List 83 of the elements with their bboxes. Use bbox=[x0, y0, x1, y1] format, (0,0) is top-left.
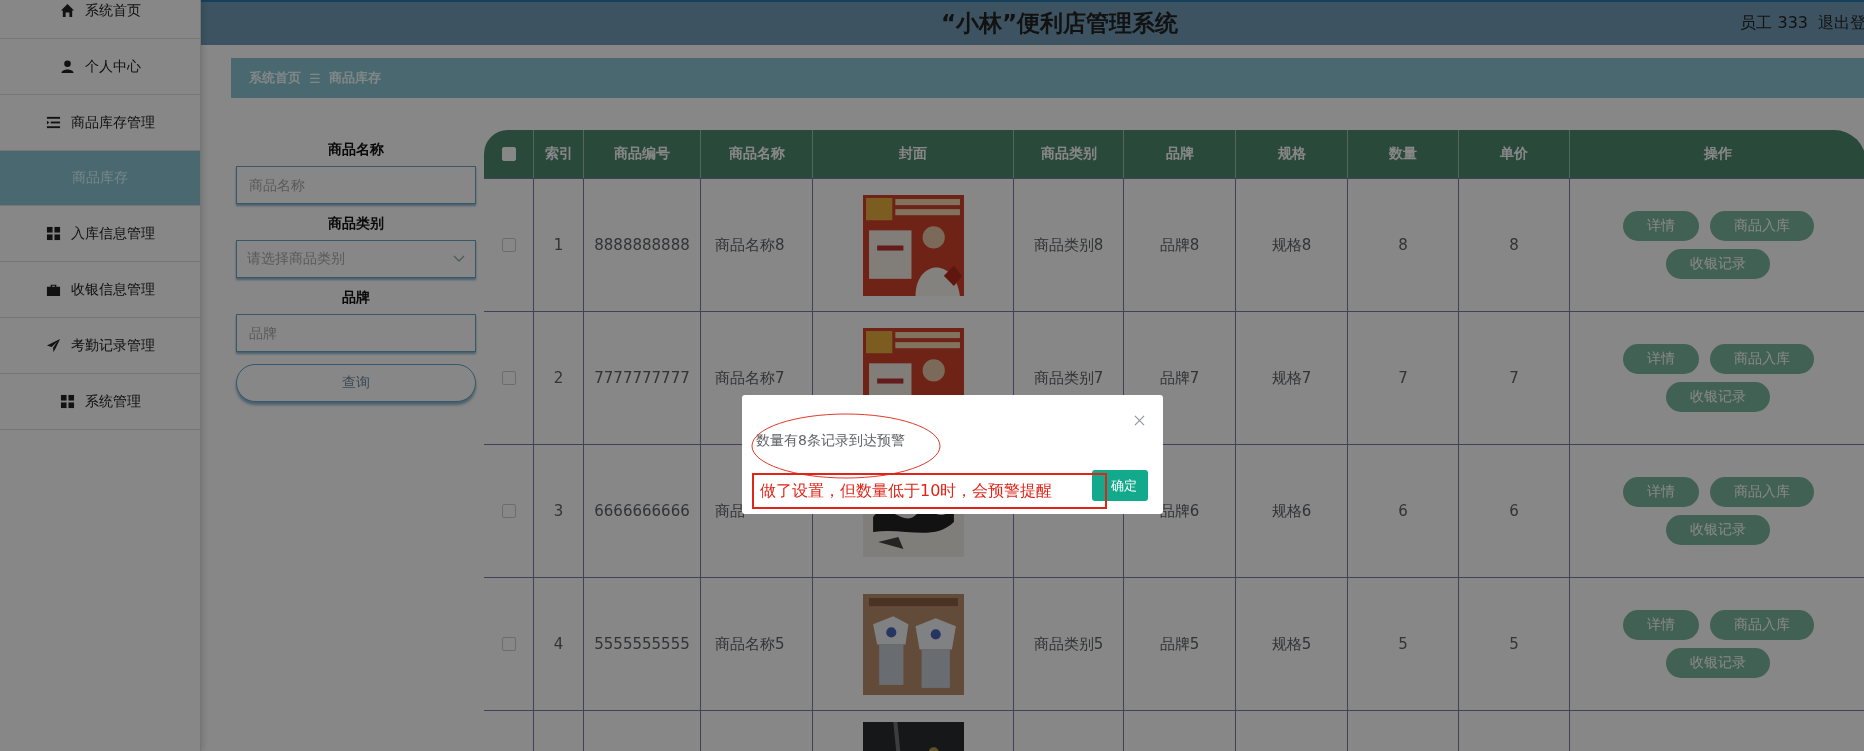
briefcase-icon bbox=[45, 282, 61, 297]
table-cell: 6 bbox=[1509, 502, 1519, 520]
sidebar-item[interactable]: 个人中心 bbox=[0, 39, 200, 95]
column-header: 索引 bbox=[533, 130, 583, 178]
table-cell: 品牌5 bbox=[1159, 634, 1200, 654]
table-cell: 规格8 bbox=[1271, 235, 1312, 255]
column-header: 品牌 bbox=[1123, 130, 1235, 178]
table-cell: 5 bbox=[1398, 635, 1408, 653]
field-label: 商品名称 bbox=[327, 140, 385, 159]
stock-in-button[interactable]: 商品入库 bbox=[1709, 610, 1814, 640]
breadcrumb-separator: ☰ bbox=[309, 70, 321, 86]
table-cell: 7777777777 bbox=[594, 369, 690, 387]
field-label: 品牌 bbox=[341, 288, 371, 307]
cashier-record-button[interactable]: 收银记录 bbox=[1666, 249, 1770, 279]
table-cell: 4 bbox=[553, 635, 564, 653]
cashier-record-button[interactable]: 收银记录 bbox=[1666, 515, 1770, 545]
table-cell: 商品名称8 bbox=[715, 235, 785, 255]
stock-in-button[interactable]: 商品入库 bbox=[1709, 344, 1814, 374]
table-cell: 商品类别7 bbox=[1033, 368, 1104, 388]
table-cell: 品牌7 bbox=[1159, 368, 1200, 388]
table-cell: 规格7 bbox=[1271, 368, 1312, 388]
cashier-record-button[interactable]: 收银记录 bbox=[1666, 382, 1770, 412]
cashier-record-button[interactable]: 收银记录 bbox=[1666, 648, 1770, 678]
user-label: 员工 333 bbox=[1740, 13, 1808, 34]
table-cell: 2 bbox=[553, 369, 564, 387]
column-header: 商品编号 bbox=[583, 130, 700, 178]
detail-button[interactable]: 详情 bbox=[1622, 211, 1699, 241]
stock-in-button[interactable]: 商品入库 bbox=[1709, 211, 1814, 241]
table-cell: 商品名称5 bbox=[715, 634, 785, 654]
field-label: 商品类别 bbox=[327, 214, 385, 233]
sidebar-item[interactable]: 系统首页 bbox=[0, 0, 200, 39]
table-cell: 商品类别5 bbox=[1033, 634, 1104, 654]
table-cell: 规格6 bbox=[1271, 501, 1312, 521]
table-cell: 6 bbox=[1398, 502, 1408, 520]
app-title: “小林”便利店管理系统 bbox=[941, 9, 1179, 38]
table-cell: 5555555555 bbox=[594, 635, 690, 653]
close-icon[interactable] bbox=[1134, 415, 1145, 426]
table-cell: 品牌8 bbox=[1159, 235, 1200, 255]
row-checkbox[interactable] bbox=[501, 637, 516, 651]
table-cell: 1 bbox=[553, 236, 564, 254]
stock-in-button[interactable]: 商品入库 bbox=[1709, 477, 1814, 507]
select-all-checkbox[interactable] bbox=[501, 147, 516, 161]
home-icon bbox=[59, 3, 75, 18]
annotation-note: 做了设置，但数量低于10时，会预警提醒 bbox=[752, 473, 1107, 509]
row-checkbox[interactable] bbox=[501, 504, 516, 518]
table-cell: 规格5 bbox=[1271, 634, 1312, 654]
column-header: 单价 bbox=[1458, 130, 1569, 178]
grid-icon bbox=[59, 394, 75, 409]
table-cell: 7 bbox=[1509, 369, 1519, 387]
sidebar-item[interactable]: 收银信息管理 bbox=[0, 262, 200, 318]
paper-plane-icon bbox=[45, 338, 61, 353]
table-cell: 8 bbox=[1398, 236, 1408, 254]
table-cell: 8888888888 bbox=[594, 236, 690, 254]
table-cell: 3 bbox=[553, 502, 564, 520]
column-header: 商品类别 bbox=[1013, 130, 1123, 178]
column-header: 数量 bbox=[1347, 130, 1458, 178]
sidebar-item[interactable]: 考勤记录管理 bbox=[0, 318, 200, 374]
list-icon bbox=[45, 115, 61, 130]
grid-icon bbox=[45, 226, 61, 241]
table-cell: 商品类别8 bbox=[1033, 235, 1104, 255]
query-button[interactable]: 查询 bbox=[236, 364, 476, 402]
user-icon bbox=[59, 59, 75, 74]
table-cell: 商品 bbox=[715, 501, 745, 521]
sidebar-item[interactable]: 入库信息管理 bbox=[0, 206, 200, 262]
column-header: 规格 bbox=[1235, 130, 1347, 178]
detail-button[interactable]: 详情 bbox=[1622, 344, 1699, 374]
table-cell: 7 bbox=[1398, 369, 1408, 387]
table-cell: 6666666666 bbox=[594, 502, 690, 520]
table-cell: 品牌6 bbox=[1159, 501, 1200, 521]
row-checkbox[interactable] bbox=[501, 238, 516, 252]
sidebar-item[interactable]: 系统管理 bbox=[0, 374, 200, 430]
dialog-message: 数量有8条记录到达预警 bbox=[756, 432, 905, 450]
row-checkbox[interactable] bbox=[501, 371, 516, 385]
table-cell: 商品名称7 bbox=[715, 368, 785, 388]
table-cell: 8 bbox=[1509, 236, 1519, 254]
detail-button[interactable]: 详情 bbox=[1622, 610, 1699, 640]
confirm-button[interactable]: 确定 bbox=[1092, 470, 1148, 501]
column-header: 封面 bbox=[812, 130, 1013, 178]
chevron-down-icon bbox=[453, 255, 465, 263]
column-header: 操作 bbox=[1569, 130, 1864, 178]
detail-button[interactable]: 详情 bbox=[1622, 477, 1699, 507]
column-header: 商品名称 bbox=[700, 130, 812, 178]
table-cell: 5 bbox=[1509, 635, 1519, 653]
